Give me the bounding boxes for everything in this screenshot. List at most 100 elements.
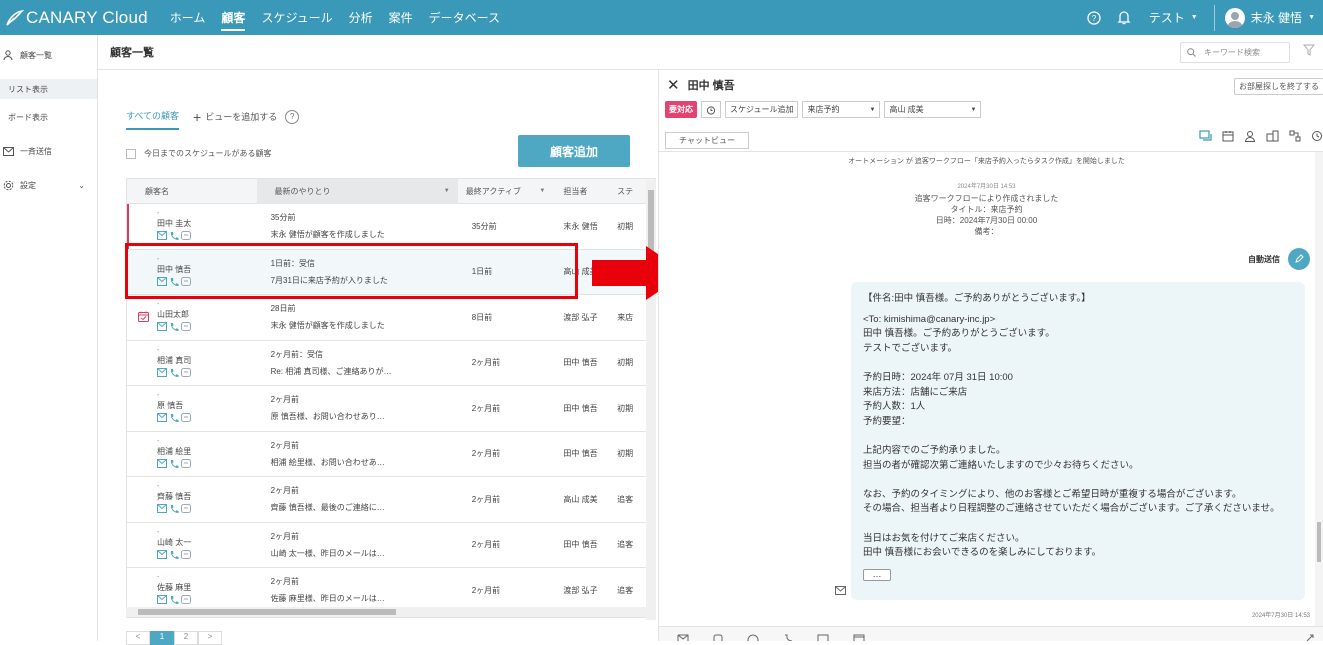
system-line: 備考： — [974, 227, 999, 236]
user-name: 末永 健悟 — [1250, 11, 1303, 25]
cell-name[interactable]: - 田中 圭太 — [127, 210, 257, 242]
cell-latest: 2ヶ月前 相浦 絵里様、お問い合わせあ… — [257, 440, 458, 468]
nav-item[interactable]: データベース — [421, 0, 508, 35]
table-row[interactable]: - 齊藤 慎吾 2ヶ月前 齊藤 慎吾様、最後のご連絡に… 2ヶ月前 高山 成美 追客 — [127, 477, 655, 523]
user-menu[interactable]: 末永 健悟 ▼ — [1224, 7, 1315, 28]
nav-item[interactable]: 分析 — [341, 0, 381, 35]
end-search-button[interactable]: お部屋探しを終了する — [1234, 78, 1323, 95]
cell-name[interactable]: - 山田太郎 — [127, 301, 257, 333]
latest-time: 2ヶ月前 — [270, 577, 300, 587]
chat-icon — [181, 322, 191, 333]
calendar-icon[interactable] — [1222, 130, 1234, 142]
prev-page-button[interactable]: < — [126, 631, 150, 645]
email-line: 田中 慎吾様。ご予約ありがとうございます。 — [863, 328, 1055, 340]
divider — [1213, 4, 1215, 31]
header-last-active[interactable]: 最終アクティブ ▼ — [458, 179, 554, 204]
cell-latest: 35分前 末永 健悟が顧客を作成しました — [257, 212, 458, 240]
bell-icon[interactable] — [1109, 10, 1139, 25]
history-icon[interactable] — [1311, 130, 1323, 142]
cell-name[interactable]: - 齊藤 慎吾 — [127, 483, 257, 515]
more-button[interactable]: … — [863, 568, 891, 581]
table-row[interactable]: - 相浦 真司 2ヶ月前：受信 Re: 相浦 真司様、ご連絡ありが… 2ヶ月前 田中 慎吾… — [127, 341, 655, 386]
nav-item[interactable]: ホーム — [162, 0, 214, 35]
chat-icon — [181, 413, 191, 424]
building-icon[interactable] — [1266, 130, 1279, 142]
urgent-badge[interactable]: 要対応 — [665, 101, 697, 118]
composer-toolbar — [659, 626, 1323, 641]
table-row[interactable]: - 相浦 絵里 2ヶ月前 相浦 絵里様、お問い合わせあ… 2ヶ月前 田中 慎吾 初期 — [127, 432, 655, 477]
checkbox[interactable] — [126, 148, 136, 159]
svg-text:?: ? — [1092, 14, 1097, 23]
header-owner[interactable]: 担当者 — [553, 179, 613, 204]
detail-scrollbar[interactable] — [1315, 152, 1323, 626]
cell-name[interactable]: - 佐藤 麻里 — [127, 574, 257, 606]
table-row[interactable]: -原 慎吾 2ヶ月前原 慎吾様、お問い合わせあり… 2ヶ月前 田中 慎吾 初期 — [127, 386, 655, 432]
sidebar-item-settings[interactable]: 設定 ⌄ — [0, 175, 97, 195]
chevron-down-icon: ▼ — [1308, 14, 1315, 21]
owner-select[interactable]: 高山 成美 ▼ — [884, 101, 982, 118]
add-view-label: ビューを追加する — [205, 112, 278, 122]
customer-name: 山崎 太一 — [157, 537, 192, 547]
cell-name[interactable]: - 相浦 真司 — [127, 347, 257, 379]
name-kana: - — [157, 346, 160, 354]
header-name[interactable]: 顧客名 — [127, 179, 257, 204]
workflow-icon[interactable] — [1289, 130, 1301, 142]
nav-item[interactable]: スケジュール — [253, 0, 340, 35]
help-icon[interactable]: ? — [285, 109, 300, 124]
cell-owner: 渡部 弘子 — [563, 312, 598, 322]
add-customer-button[interactable]: 顧客追加 — [518, 135, 630, 167]
contact-icons — [157, 367, 257, 379]
cell-name[interactable]: -原 慎吾 — [127, 392, 257, 424]
phone-icon — [169, 231, 179, 242]
status-select[interactable]: 来店予約 ▼ — [802, 101, 881, 118]
sidebar-item-list-view[interactable]: リスト表示 — [0, 79, 97, 99]
next-page-button[interactable]: > — [198, 631, 222, 645]
note-icon[interactable] — [817, 634, 829, 641]
sort-icon: ▼ — [443, 188, 450, 194]
filter-icon[interactable] — [1302, 44, 1316, 58]
app-logo[interactable]: CANARY Cloud — [4, 8, 148, 28]
tab-all-customers[interactable]: すべての顧客 — [126, 103, 180, 130]
cell-last-active: 8日前 — [471, 312, 493, 322]
latest-time: 35分前 — [270, 213, 296, 223]
name-kana: - — [157, 574, 160, 582]
expand-icon[interactable] — [1305, 634, 1314, 641]
detail-tab-icons — [1199, 130, 1323, 142]
sidebar-item-bulk-send[interactable]: 一斉送信 — [0, 141, 97, 161]
page-2-button[interactable]: 2 — [174, 631, 198, 645]
sms-icon[interactable] — [713, 634, 723, 641]
header-latest[interactable]: 最新のやりとり ▼ — [256, 179, 458, 204]
line-chat-icon[interactable] — [747, 634, 759, 641]
workspace-selector[interactable]: テスト ▼ — [1149, 9, 1198, 26]
person-icon[interactable] — [1244, 130, 1256, 142]
add-view-button[interactable]: + ビューを追加する — [193, 109, 277, 125]
cell-name[interactable]: - 山崎 太一 — [127, 529, 257, 561]
cell-owner: 田中 慎吾 — [563, 449, 598, 459]
chat-view-button[interactable]: チャットビュー — [665, 132, 749, 149]
template-icon[interactable] — [853, 634, 865, 641]
page-1-button[interactable]: 1 — [150, 631, 174, 645]
system-line: タイトル：来店予約 — [950, 205, 1023, 214]
sidebar-item-board-view[interactable]: ボード表示 — [0, 107, 97, 127]
nav-item[interactable]: 顧客 — [213, 0, 253, 35]
auto-send-indicator: 自動送信 — [1248, 248, 1310, 270]
add-schedule-button[interactable]: スケジュール追加 — [725, 101, 799, 118]
today-schedule-filter[interactable]: 今日までのスケジュールがある顧客 — [126, 148, 271, 159]
table-row[interactable]: - 山田太郎 28日前 末永 健悟が顧客を作成しました 8日前 渡部 弘子 来店 — [127, 295, 655, 341]
phone-icon[interactable] — [783, 634, 793, 641]
alarm-clock-icon[interactable] — [701, 101, 721, 118]
search-input[interactable]: キーワード検索 — [1180, 42, 1290, 63]
help-icon[interactable]: ? — [1079, 10, 1109, 25]
cell-name[interactable]: - 相浦 絵里 — [127, 438, 257, 470]
table-row[interactable]: - 山崎 太一 2ヶ月前 山崎 太一様、昨日のメールは… 2ヶ月前 田中 慎吾 追客 — [127, 523, 655, 568]
mail-icon — [157, 504, 167, 515]
horizontal-scrollbar[interactable] — [126, 607, 646, 617]
close-icon[interactable]: ✕ — [667, 76, 680, 94]
owner-select-value: 高山 成美 — [889, 105, 924, 114]
mail-icon[interactable] — [677, 634, 689, 641]
nav-item[interactable]: 案件 — [381, 0, 421, 35]
sidebar-item-customer-list[interactable]: 顧客一覧 — [0, 45, 97, 65]
chat-icon[interactable] — [1199, 130, 1212, 142]
latest-text: 末永 健悟が顧客を作成しました — [270, 321, 385, 331]
latest-time: 2ヶ月前：受信 — [270, 349, 324, 359]
